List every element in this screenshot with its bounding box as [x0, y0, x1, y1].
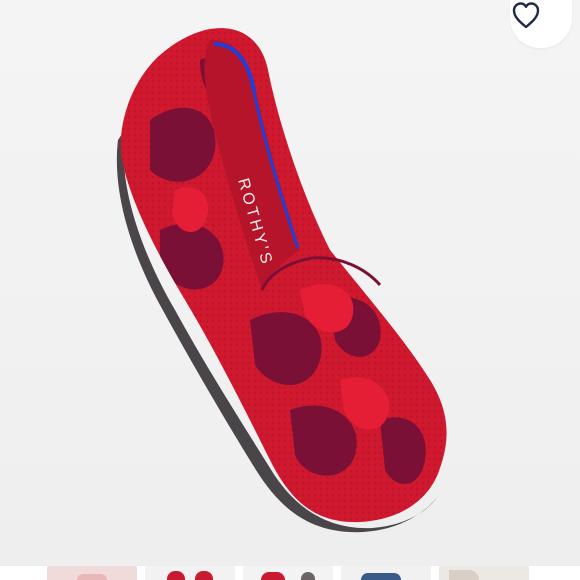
thumb-shoe-worn[interactable] — [439, 566, 529, 580]
product-photo[interactable]: ROTHY'S — [0, 0, 580, 566]
thumb-shoe-pink[interactable] — [47, 566, 137, 580]
thumb-shoe-red-side[interactable] — [243, 566, 333, 580]
thumb-shoe-denim[interactable] — [341, 566, 431, 580]
thumbnail-strip — [0, 566, 580, 580]
thumb-shoe-red-pair[interactable] — [145, 566, 235, 580]
shoe-image: ROTHY'S — [116, 28, 447, 533]
heart-outline-icon — [512, 2, 540, 29]
